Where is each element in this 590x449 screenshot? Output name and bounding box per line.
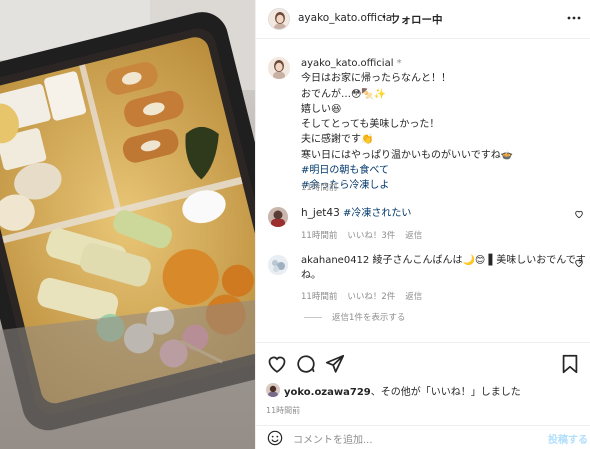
caption-line: 今日はお家に帰ったらなんと！！ [301, 73, 451, 85]
hashtag-link[interactable]: #余ったら冷凍しよ [301, 178, 576, 193]
comment-likes[interactable]: いいね！2件 [347, 292, 395, 302]
comment-username[interactable]: h_jet43 [301, 207, 340, 219]
caption-line: おでんが…😳🍢✨ [301, 88, 387, 100]
caption-line: そしてとっても美味しかった！ [301, 119, 440, 131]
caption-verified-mark: * [396, 58, 402, 69]
comment-heart-icon[interactable] [574, 258, 584, 271]
comment-avatar[interactable] [268, 207, 288, 227]
comment-time: 11時間前 [301, 231, 338, 241]
avatar-image [268, 57, 290, 79]
comment-icon[interactable] [295, 353, 317, 375]
comment-text: 綾子さんこんばんは🌙😊 ▌美味しいおでんです [372, 255, 586, 266]
caption-line: 嬉しい😆 [301, 103, 342, 115]
post-timestamp: 11時間前 [266, 406, 301, 415]
post-header: ayako_kato.official • フォロー中 [256, 0, 590, 39]
comments-area[interactable]: ayako_kato.official * 今日はお家に帰ったらなんと！！ おで… [256, 40, 590, 342]
comment-time: 11時間前 [301, 292, 338, 302]
avatar-image [266, 383, 280, 397]
comment-text-continued: ね。 [301, 270, 321, 281]
view-replies-label: 返信1件を表示する [332, 313, 406, 323]
instagram-post: ayako_kato.official • フォロー中 ayako_kato.o… [0, 0, 590, 449]
liked-by-username[interactable]: yoko.ozawa729 [284, 387, 371, 398]
action-bar: yoko.ozawa729、その他が「いいね！」しました 11時間前 コメントを… [256, 342, 590, 447]
comment-username[interactable]: akahane0412 [301, 255, 369, 266]
following-button[interactable]: フォロー中 [390, 12, 443, 27]
reply-button[interactable]: 返信 [405, 231, 422, 241]
post-photo[interactable] [0, 0, 255, 449]
header-separator: • [381, 12, 387, 23]
comment-input[interactable]: コメントを追加... [293, 431, 373, 446]
caption-avatar[interactable] [268, 57, 290, 79]
post-side-panel: ayako_kato.official • フォロー中 ayako_kato.o… [255, 0, 590, 449]
post-comment-button[interactable]: 投稿する [548, 431, 588, 446]
likes-summary: yoko.ozawa729、その他が「いいね！」しました [266, 383, 521, 398]
paper-plane-icon[interactable] [324, 353, 346, 375]
caption-timestamp: 11時間前 [301, 183, 338, 193]
comment-meta: 11時間前 いいね！2件 返信 [301, 290, 432, 302]
smiley-icon[interactable] [267, 430, 283, 446]
reply-button[interactable]: 返信 [405, 292, 422, 302]
ellipsis-icon[interactable] [566, 10, 582, 30]
add-comment-bar: コメントを追加... 投稿する [256, 425, 590, 449]
comment-meta: 11時間前 いいね！3件 返信 [301, 229, 432, 241]
caption-line: 寒い日にはやっぱり温かいものがいいですね🍲 [301, 149, 514, 161]
view-replies-button[interactable]: 返信1件を表示する [304, 311, 405, 323]
comment-text[interactable]: #冷凍されたい [343, 208, 411, 219]
comment-avatar[interactable] [268, 255, 288, 275]
comment-likes[interactable]: いいね！3件 [347, 231, 395, 241]
avatar[interactable] [268, 8, 290, 30]
bookmark-icon[interactable] [559, 353, 581, 375]
liker-avatar[interactable] [266, 383, 280, 397]
hashtag-link[interactable]: #明日の朝も食べて [301, 163, 576, 178]
caption-line: 夫に感謝です👏 [301, 134, 374, 146]
heart-icon[interactable] [266, 353, 288, 375]
liked-by-suffix[interactable]: 、その他が「いいね！」しました [371, 387, 521, 398]
comment-body: h_jet43 #冷凍されたい [301, 206, 411, 221]
avatar-image [268, 255, 288, 275]
replies-divider [304, 317, 322, 318]
post-caption: ayako_kato.official * 今日はお家に帰ったらなんと！！ おで… [301, 56, 576, 194]
comment-body: akahane0412 綾子さんこんばんは🌙😊 ▌美味しいおでんです ね。 [301, 253, 586, 283]
avatar-image [269, 9, 289, 29]
oden-photo-illustration [0, 0, 255, 449]
comment-heart-icon[interactable] [574, 209, 584, 222]
caption-username[interactable]: ayako_kato.official [301, 58, 393, 69]
avatar-image [268, 207, 288, 227]
